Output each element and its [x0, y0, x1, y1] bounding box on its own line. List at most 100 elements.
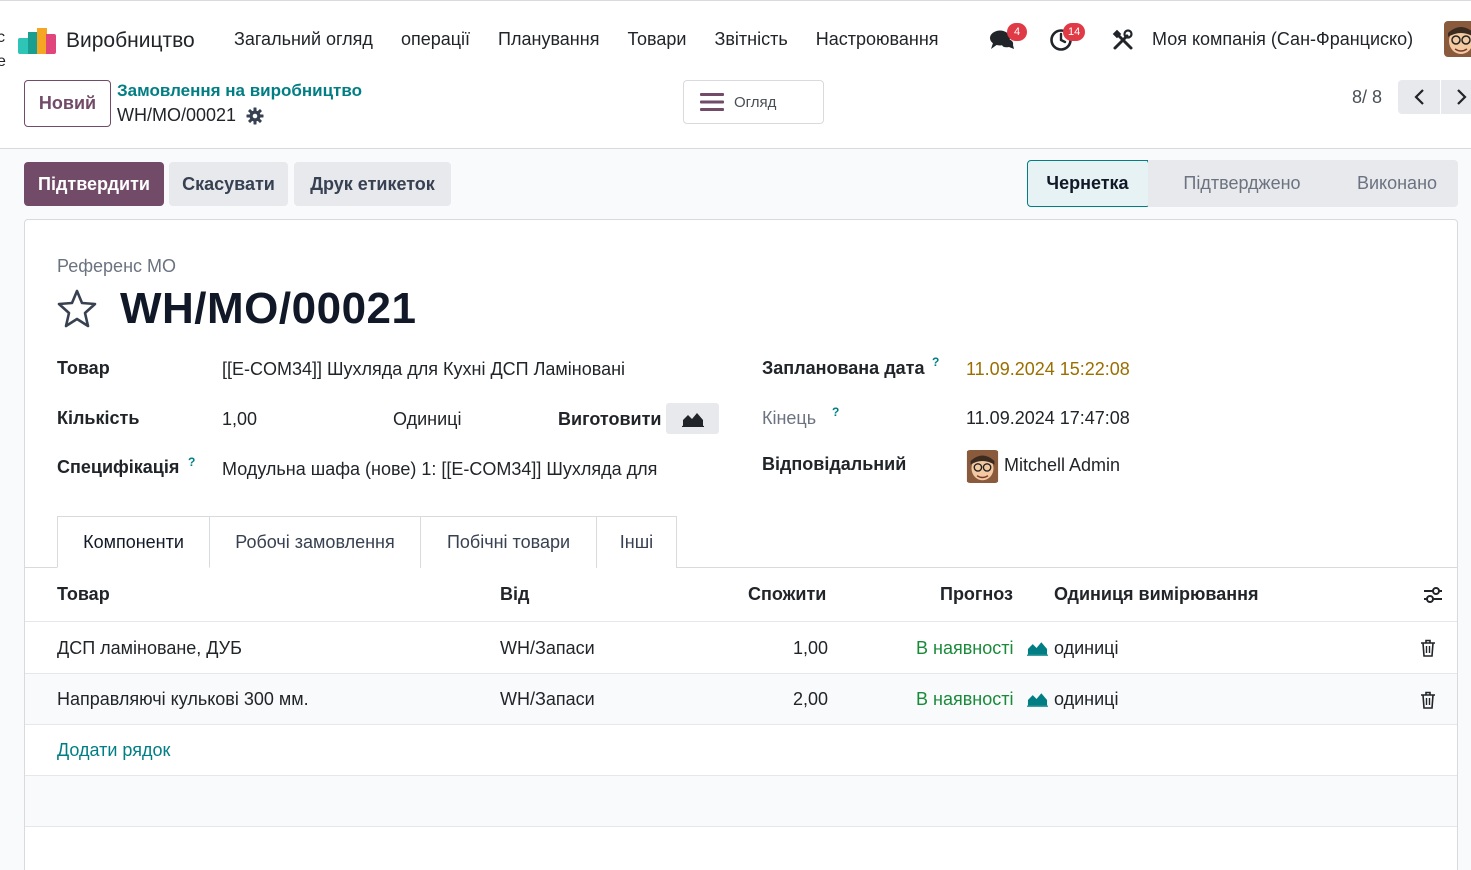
bom-field-value: Модульна шафа (нове) 1: [[E-COM34]] Шухл…	[222, 459, 659, 479]
confirm-button[interactable]: Підтвердити	[24, 162, 164, 206]
product-field[interactable]: [[E-COM34]] Шухляда для Кухні ДСП Ламіно…	[222, 359, 625, 380]
breadcrumb-parent[interactable]: Замовлення на виробництво	[117, 81, 362, 101]
avatar-icon	[966, 450, 999, 483]
top-navbar: с е Виробництво Загальний огляд операції…	[0, 0, 1471, 77]
breadcrumb-current-label: WH/MO/00021	[117, 105, 237, 125]
area-chart-icon	[681, 412, 704, 427]
reference-label: Референс МО	[57, 256, 177, 276]
tools-icon	[1112, 29, 1133, 50]
menu-icon	[700, 93, 724, 111]
bom-help-icon[interactable]: ?	[188, 455, 195, 469]
row-product[interactable]: Направляючі кулькові 300 мм.	[57, 689, 309, 710]
activities-button[interactable]: 14	[1049, 23, 1086, 54]
quantity-label: Кількість	[57, 408, 140, 428]
column-header-from[interactable]: Від	[500, 584, 529, 605]
status-done[interactable]: Виконано	[1322, 160, 1458, 207]
gear-icon[interactable]	[246, 107, 264, 125]
row-forecast: В наявності	[916, 689, 1014, 709]
menu-item-products[interactable]: Товари	[627, 29, 686, 50]
app-switcher[interactable]: Виробництво	[18, 27, 195, 55]
bom-field[interactable]: Модульна шафа (нове) 1: [[E-COM34]] Шухл…	[222, 459, 659, 480]
breadcrumb-current: WH/MO/00021	[117, 105, 264, 126]
left-edge-glyph: с	[0, 29, 5, 46]
responsible-avatar	[966, 450, 999, 483]
row-consume[interactable]: 2,00	[725, 689, 828, 710]
scheduled-date-field[interactable]: 11.09.2024 15:22:08	[966, 359, 1130, 380]
pager-value[interactable]: 8/ 8	[1352, 87, 1382, 108]
row-uom[interactable]: одиниці	[1054, 638, 1118, 659]
chevron-right-icon	[1457, 89, 1467, 105]
menu-item-planning[interactable]: Планування	[498, 29, 599, 50]
status-draft-label: Чернетка	[1046, 173, 1129, 193]
main-menu: Загальний огляд операції Планування Това…	[234, 29, 939, 50]
tab-components[interactable]: Компоненти	[57, 516, 210, 568]
record-title[interactable]: WH/MO/00021	[120, 284, 416, 334]
column-header-uom[interactable]: Одиниця вимірювання	[1054, 584, 1258, 605]
menu-item-configuration[interactable]: Настроювання	[816, 29, 939, 50]
table-row[interactable]: ДСП ламіноване, ДУБ WH/Запаси 1,00 В ная…	[25, 621, 1457, 672]
scheduled-date-label: Запланована дата	[762, 358, 925, 378]
row-from[interactable]: WH/Запаси	[500, 689, 595, 710]
tab-misc[interactable]: Інші	[596, 516, 677, 568]
tab-work-orders[interactable]: Робочі замовлення	[209, 516, 421, 568]
company-switcher[interactable]: Моя компанія (Сан-Франциско)	[1152, 29, 1413, 50]
responsible-field[interactable]: Mitchell Admin	[1004, 455, 1120, 476]
product-label: Товар	[57, 358, 110, 378]
status-confirmed[interactable]: Підтверджено	[1148, 160, 1334, 207]
pager-next-button[interactable]	[1441, 80, 1471, 114]
responsible-label: Відповідальний	[762, 454, 907, 474]
status-done-label: Виконано	[1356, 173, 1438, 193]
menu-item-operations[interactable]: операції	[401, 29, 470, 50]
view-button-label: Огляд	[734, 93, 777, 111]
status-confirmed-label: Підтверджено	[1183, 173, 1301, 193]
star-icon[interactable]	[56, 288, 98, 328]
control-panel: Новий Замовлення на виробництво WH/MO/00…	[0, 77, 1471, 149]
sliders-icon[interactable]	[1423, 586, 1443, 604]
status-draft[interactable]: Чернетка	[1027, 160, 1160, 207]
pager-previous-button[interactable]	[1398, 80, 1440, 114]
row-product[interactable]: ДСП ламіноване, ДУБ	[57, 638, 242, 659]
table-row[interactable]: Направляючі кулькові 300 мм. WH/Запаси 2…	[25, 673, 1457, 724]
uom-field[interactable]: Одиниці	[393, 409, 461, 430]
column-header-product[interactable]: Товар	[57, 584, 110, 605]
messages-badge: 4	[1007, 23, 1027, 41]
cancel-button[interactable]: Скасувати	[169, 162, 288, 206]
chevron-left-icon	[1414, 89, 1424, 105]
activities-badge: 14	[1063, 23, 1086, 41]
scheduled-date-help-icon[interactable]: ?	[932, 355, 939, 369]
row-from[interactable]: WH/Запаси	[500, 638, 595, 659]
column-header-consume[interactable]: Спожити	[748, 584, 826, 605]
area-chart-icon[interactable]	[1027, 640, 1048, 656]
end-date-field[interactable]: 11.09.2024 17:47:08	[966, 408, 1130, 429]
end-date-label: Кінець	[762, 408, 817, 428]
forecast-report-button[interactable]	[666, 403, 719, 434]
trash-icon[interactable]	[1420, 639, 1436, 657]
print-labels-button[interactable]: Друк етикеток	[294, 162, 451, 206]
user-avatar[interactable]	[1444, 21, 1471, 57]
area-chart-icon[interactable]	[1027, 691, 1048, 707]
menu-item-overview[interactable]: Загальний огляд	[234, 29, 373, 50]
menu-item-reporting[interactable]: Звітність	[714, 29, 787, 50]
end-date-help-icon[interactable]: ?	[832, 405, 839, 419]
manufacturing-app-icon	[18, 28, 56, 54]
view-button[interactable]: Огляд	[683, 80, 824, 124]
tools-button[interactable]	[1112, 29, 1136, 53]
produce-label: Виготовити	[558, 409, 662, 429]
add-line-link[interactable]: Додати рядок	[57, 740, 170, 761]
add-line-row	[25, 724, 1457, 775]
trash-icon[interactable]	[1420, 691, 1436, 709]
row-forecast: В наявності	[916, 638, 1014, 658]
status-bar: Чернетка Підтверджено Виконано	[1027, 160, 1458, 207]
row-consume[interactable]: 1,00	[725, 638, 828, 659]
quantity-field[interactable]: 1,00	[222, 409, 257, 430]
messages-button[interactable]: 4	[989, 23, 1027, 53]
tab-byproducts[interactable]: Побічні товари	[420, 516, 597, 568]
bom-label: Специфікація	[57, 457, 180, 477]
row-uom[interactable]: одиниці	[1054, 689, 1118, 710]
new-button[interactable]: Новий	[24, 80, 111, 127]
left-edge-glyph: е	[0, 53, 6, 70]
column-header-forecast[interactable]: Прогноз	[940, 584, 1013, 605]
avatar-icon	[1444, 21, 1471, 57]
table-empty-row	[25, 775, 1457, 826]
app-name: Виробництво	[66, 29, 195, 52]
